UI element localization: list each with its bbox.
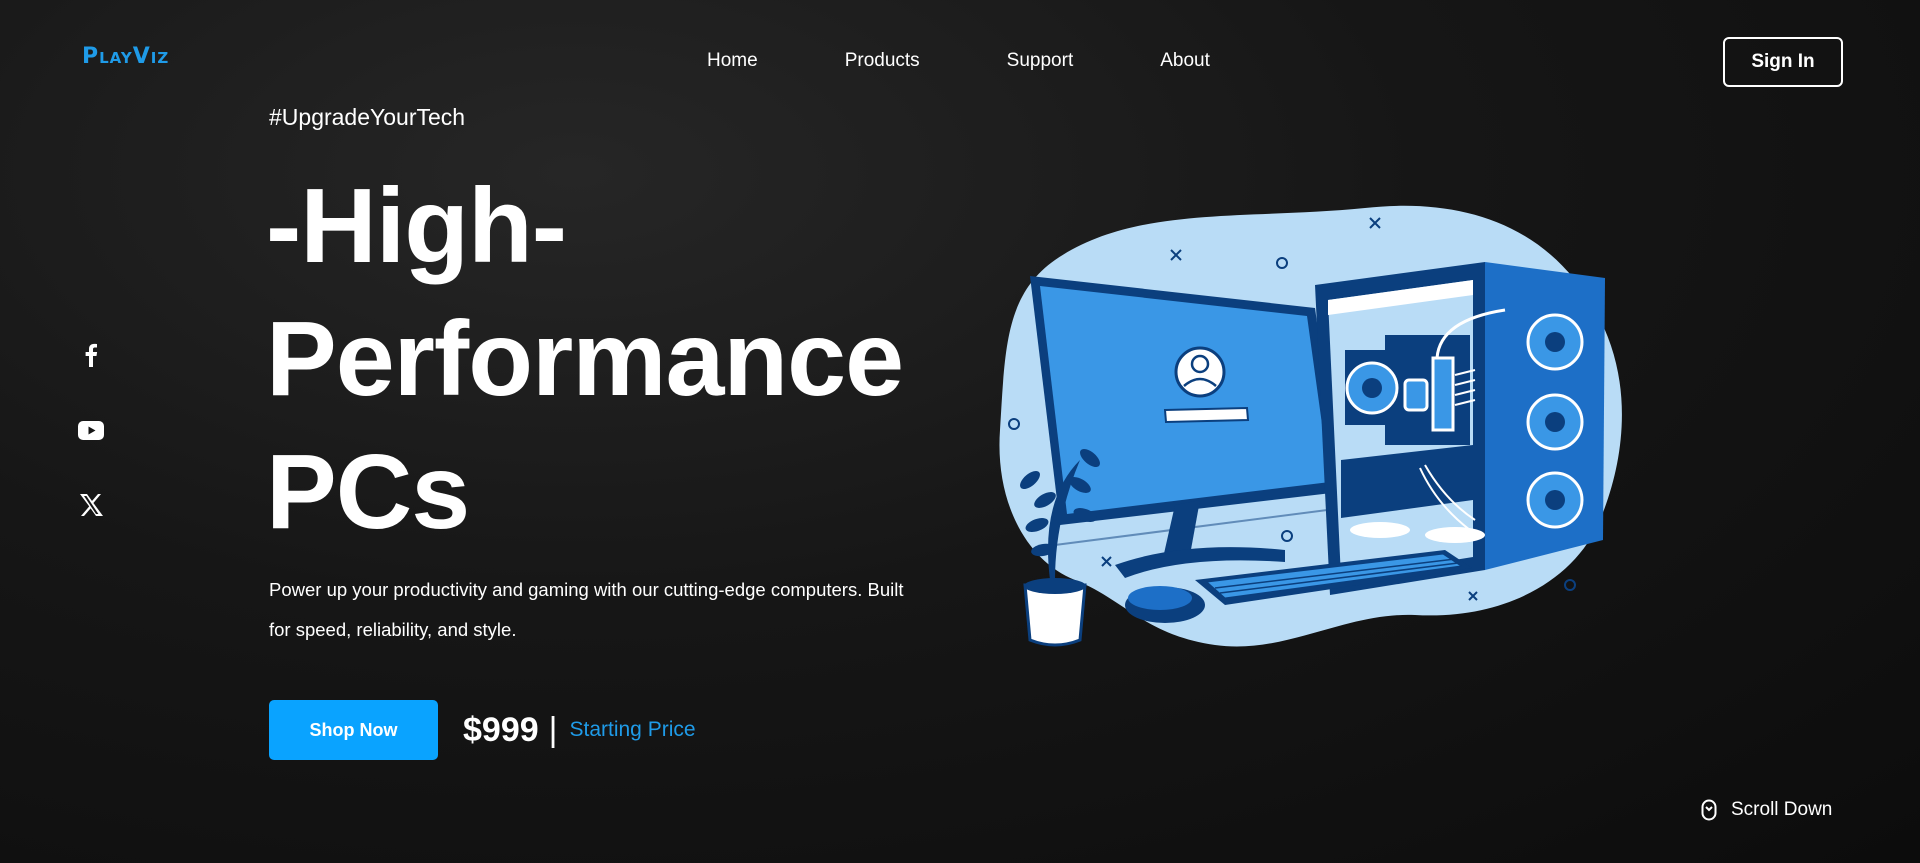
hero-description: Power up your productivity and gaming wi… xyxy=(269,579,904,640)
x-icon[interactable] xyxy=(78,493,104,517)
nav-home[interactable]: Home xyxy=(707,50,758,72)
price-separator: | xyxy=(548,710,558,749)
youtube-icon[interactable] xyxy=(78,418,104,442)
nav-support[interactable]: Support xyxy=(1007,50,1074,72)
starting-price-label: Starting Price xyxy=(569,718,696,741)
sign-in-button[interactable]: Sign In xyxy=(1723,37,1843,87)
nav-about[interactable]: About xyxy=(1160,50,1210,72)
mouse-icon xyxy=(1701,799,1717,821)
desktop-pc-illustration xyxy=(999,205,1622,647)
hero-hashtag: #UpgradeYourTech xyxy=(269,104,466,130)
social-links xyxy=(78,343,104,517)
main-nav: Home Products Support About xyxy=(707,50,1210,72)
starting-price-value: $999 xyxy=(463,710,539,749)
headline-line-3: PCs xyxy=(266,433,470,551)
headline-line-2: Performance xyxy=(266,300,904,418)
scroll-down-label: Scroll Down xyxy=(1731,799,1833,820)
landing-page: PlayViz Home Products Support About Sign… xyxy=(0,0,1920,863)
scroll-down[interactable]: Scroll Down xyxy=(1701,799,1832,821)
shop-now-button[interactable]: Shop Now xyxy=(269,700,438,760)
price-row: $999 | Starting Price xyxy=(463,708,696,752)
brand-logo[interactable]: PlayViz xyxy=(82,44,169,69)
hero-headline: -High- Performance PCs xyxy=(266,160,904,559)
nav-products[interactable]: Products xyxy=(845,50,920,72)
headline-line-1: -High- xyxy=(266,167,567,285)
facebook-icon[interactable] xyxy=(78,343,104,367)
